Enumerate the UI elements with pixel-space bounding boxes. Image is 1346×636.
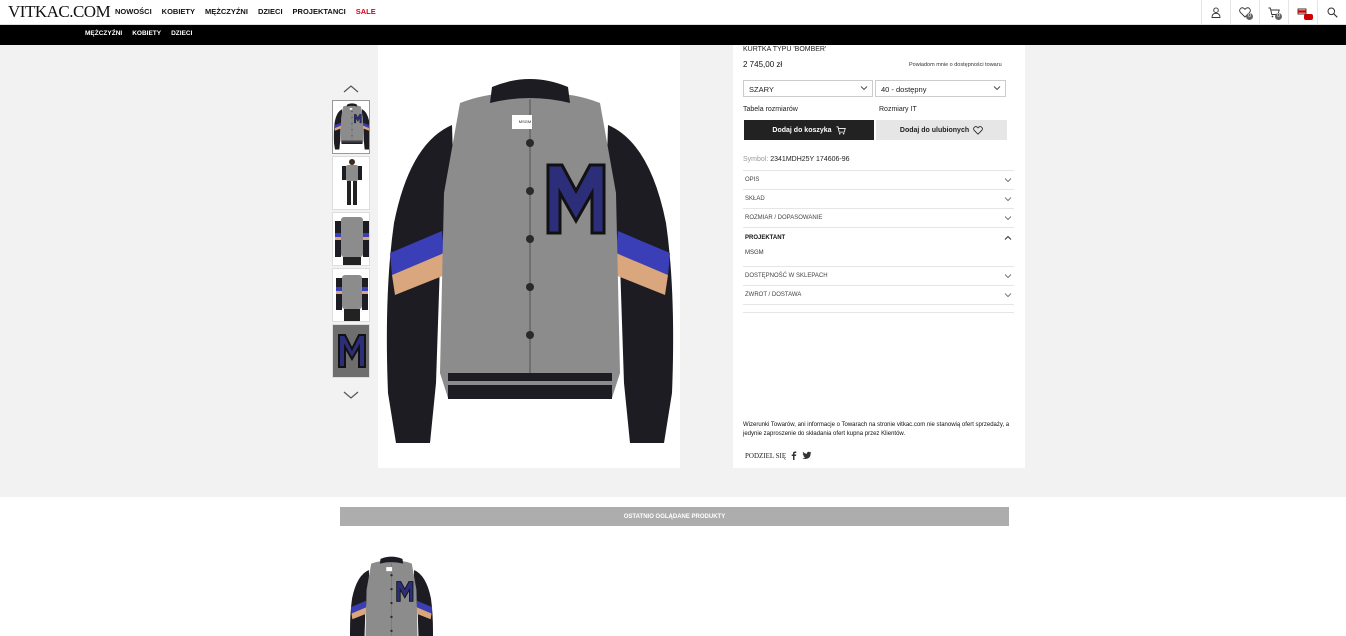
heart-icon [973, 125, 983, 135]
subnav-mezczyzni[interactable]: MĘŻCZYŹNI [85, 30, 122, 37]
size-system-label: Rozmiary IT [879, 106, 917, 113]
product-symbol: Symbol: 2341MDH25Y 174606-96 [743, 156, 850, 163]
add-to-favorites-label: Dodaj do ulubionych [899, 126, 970, 134]
thumbnail-back[interactable] [332, 268, 370, 322]
jacket-thumbnail-image [333, 103, 369, 150]
accordion-sklad[interactable]: SKŁAD [743, 190, 1014, 209]
symbol-value: 2341MDH25Y 174606-96 [770, 156, 850, 163]
facebook-icon[interactable] [790, 451, 798, 460]
back-thumbnail-image [333, 269, 369, 321]
country-selector[interactable] [1288, 0, 1317, 25]
share-label: PODZIEL SIĘ [745, 451, 787, 460]
main-nav: NOWOŚCI KOBIETY MĘŻCZYŹNI DZIECI PROJEKT… [115, 7, 376, 16]
account-button[interactable] [1201, 0, 1230, 25]
subnav-dzieci[interactable]: DZIECI [171, 30, 192, 37]
add-to-cart-button[interactable]: Dodaj do koszyka [744, 120, 874, 140]
main-product-image-panel: MSGM [378, 45, 680, 468]
accordion-label: SKŁAD [745, 196, 765, 202]
accordion-label: DOSTĘPNOŚĆ W SKLEPACH [745, 273, 828, 279]
designer-name[interactable]: MSGM [745, 250, 764, 256]
jacket-brand-label: MSGM [519, 119, 531, 124]
thumbs-up-button[interactable] [340, 82, 362, 96]
header-icons: 0 0 [1201, 0, 1346, 25]
search-icon [1327, 7, 1338, 18]
cart-icon [836, 125, 846, 135]
color-select-value: SZARY [749, 85, 774, 94]
recent-product-image [340, 542, 436, 636]
nav-nowosci[interactable]: NOWOŚCI [115, 7, 152, 16]
chevron-down-icon [1004, 274, 1012, 279]
size-table-link[interactable]: Tabela rozmiarów [743, 106, 798, 113]
accordion-projektant-content: MSGM [743, 247, 1014, 267]
chevron-up-icon [343, 85, 359, 93]
accordion-label: PROJEKTANT [745, 234, 786, 241]
color-select[interactable]: SZARY [743, 80, 873, 97]
accordion-opis[interactable]: OPIS [743, 171, 1014, 190]
twitter-icon[interactable] [802, 451, 812, 460]
size-select-value: 40 - dostępny [881, 85, 927, 94]
recently-viewed-header: OSTATNIO OGLĄDANE PRODUKTY [340, 507, 1009, 526]
top-bar: VITKAC.COM NOWOŚCI KOBIETY MĘŻCZYŹNI DZI… [0, 0, 1346, 25]
accordion-label: ROZMIAR / DOPASOWANIE [745, 215, 823, 221]
thumbs-down-button[interactable] [340, 388, 362, 402]
thumbnail-model-front[interactable] [332, 156, 370, 210]
size-select[interactable]: 40 - dostępny [875, 80, 1006, 97]
nav-kobiety[interactable]: KOBIETY [162, 7, 195, 16]
thumbnail-model-detail[interactable] [332, 212, 370, 266]
accordion-zwrot[interactable]: ZWROT / DOSTAWA [743, 286, 1014, 305]
wishlist-count-badge: 0 [1246, 13, 1253, 20]
cart-button[interactable]: 0 [1259, 0, 1288, 25]
sub-nav-bar: MĘŻCZYŹNI KOBIETY DZIECI [0, 25, 1346, 45]
chevron-down-icon [993, 86, 1001, 91]
chevron-down-icon [1004, 197, 1012, 202]
sub-nav: MĘŻCZYŹNI KOBIETY DZIECI [85, 30, 192, 37]
accordion-label: OPIS [745, 177, 760, 183]
disclaimer-text: Wizerunki Towarów, ani informacje o Towa… [743, 422, 1010, 437]
chevron-down-icon [860, 86, 868, 91]
chevron-down-icon [1004, 293, 1012, 298]
site-logo[interactable]: VITKAC.COM [8, 2, 111, 22]
nav-dzieci[interactable]: DZIECI [258, 7, 283, 16]
accordion-rozmiar[interactable]: ROZMIAR / DOPASOWANIE [743, 209, 1014, 228]
model-detail-thumbnail-image [333, 213, 369, 265]
thumbnail-patch-closeup[interactable] [332, 324, 370, 378]
product-accordion: OPIS SKŁAD ROZMIAR / DOPASOWANIE PROJEKT… [743, 170, 1014, 313]
thumbnail-front[interactable] [332, 100, 370, 154]
accordion-label: ZWROT / DOSTAWA [745, 292, 802, 298]
search-button[interactable] [1317, 0, 1346, 25]
cart-count-badge: 0 [1275, 13, 1282, 20]
nav-projektanci[interactable]: PROJEKTANCI [293, 7, 346, 16]
accordion-projektant[interactable]: PROJEKTANT [743, 228, 1014, 247]
add-to-cart-label: Dodaj do koszyka [772, 126, 832, 134]
nav-mezczyzni[interactable]: MĘŻCZYŹNI [205, 7, 248, 16]
recently-viewed-item[interactable] [340, 542, 436, 636]
notify-availability-link[interactable]: Powiadom mnie o dostępności towaru [909, 62, 1002, 68]
accordion-dostepnosc[interactable]: DOSTĘPNOŚĆ W SKLEPACH [743, 267, 1014, 286]
patch-closeup-thumbnail-image [333, 325, 369, 377]
chevron-up-icon [1004, 235, 1012, 240]
wishlist-button[interactable]: 0 [1230, 0, 1259, 25]
symbol-label: Symbol: [743, 156, 769, 163]
product-info-panel: KURTKA TYPU 'BOMBER' 2 745,00 zł Powiado… [733, 45, 1025, 468]
product-price: 2 745,00 zł [743, 60, 783, 69]
chevron-down-icon [1004, 216, 1012, 221]
model-thumbnail-image [333, 157, 369, 209]
subnav-kobiety[interactable]: KOBIETY [132, 30, 161, 37]
product-title: KURTKA TYPU 'BOMBER' [743, 46, 827, 53]
main-product-image[interactable]: MSGM [378, 45, 680, 468]
chevron-down-icon [1004, 178, 1012, 183]
nav-sale[interactable]: SALE [356, 7, 376, 16]
share-section: PODZIEL SIĘ [745, 451, 812, 460]
user-icon [1211, 7, 1221, 18]
flag-badge [1304, 14, 1313, 20]
accordion-divider [743, 305, 1014, 313]
chevron-down-icon [343, 391, 359, 399]
add-to-favorites-button[interactable]: Dodaj do ulubionych [876, 120, 1007, 140]
